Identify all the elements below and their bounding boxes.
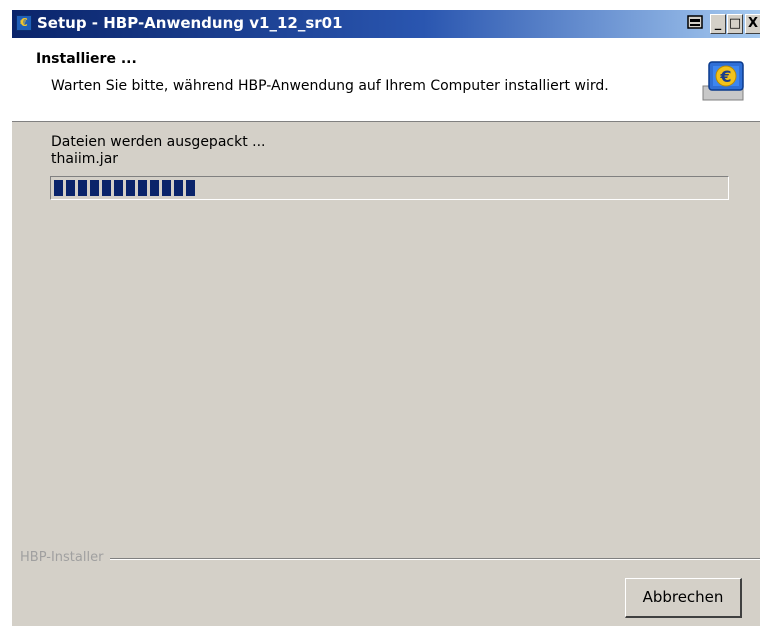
header-subtitle: Warten Sie bitte, während HBP-Anwendung …	[51, 78, 609, 94]
setup-window: € Setup - HBP-Anwendung v1_12_sr01 _ □ X…	[12, 10, 760, 626]
cancel-button[interactable]: Abbrechen	[625, 578, 742, 618]
status-label: Dateien werden ausgepackt ...	[51, 134, 266, 150]
header-title: Installiere ...	[36, 51, 137, 67]
monitor-euro-icon: €	[695, 56, 751, 104]
install-progress-bar	[50, 176, 729, 200]
window-menu-icon[interactable]	[685, 14, 707, 34]
maximize-button[interactable]: □	[727, 14, 743, 34]
svg-text:€: €	[719, 67, 731, 86]
title-bar[interactable]: € Setup - HBP-Anwendung v1_12_sr01 _ □ X	[12, 10, 760, 38]
window-menu-glyph	[687, 15, 703, 29]
progress-fill	[54, 180, 195, 196]
wizard-header: Installiere ... Warten Sie bitte, währen…	[12, 38, 760, 122]
close-button[interactable]: X	[745, 14, 760, 34]
app-icon[interactable]: €	[16, 15, 32, 31]
window-title: Setup - HBP-Anwendung v1_12_sr01	[37, 14, 343, 32]
current-file-label: thaiim.jar	[51, 151, 119, 167]
footer-divider	[110, 558, 760, 560]
minimize-button[interactable]: _	[710, 14, 726, 34]
installer-group-label: HBP-Installer	[20, 550, 104, 565]
